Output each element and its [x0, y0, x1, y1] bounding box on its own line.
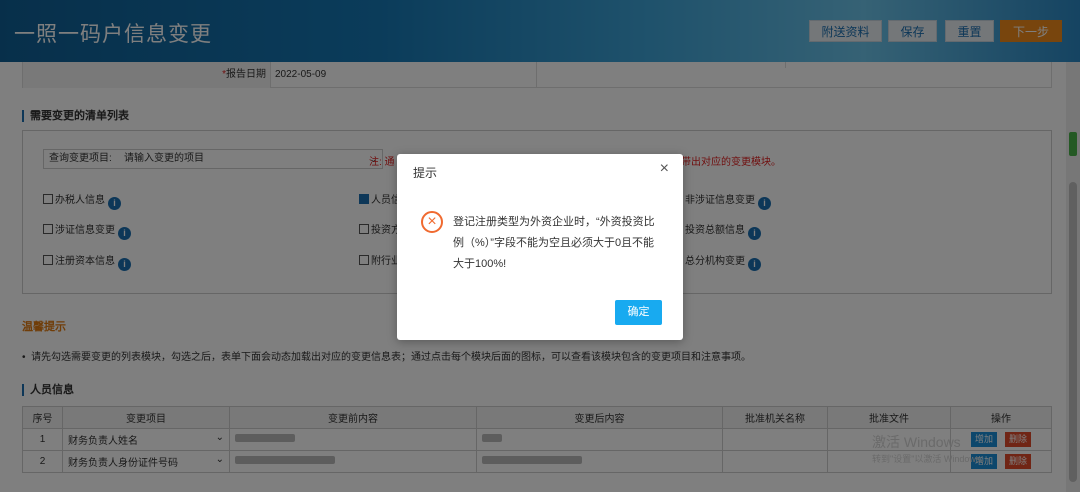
close-icon[interactable]: × [660, 160, 669, 178]
error-icon: × [421, 211, 443, 233]
dialog-title: 提示 [413, 166, 438, 180]
dialog-message: 登记注册类型为外资企业时，“外资投资比例（%）”字段不能为空且必须大于0且不能大… [453, 216, 655, 270]
alert-dialog: 提示 × × 登记注册类型为外资企业时，“外资投资比例（%）”字段不能为空且必须… [397, 154, 683, 340]
ok-button[interactable]: 确定 [615, 300, 662, 325]
